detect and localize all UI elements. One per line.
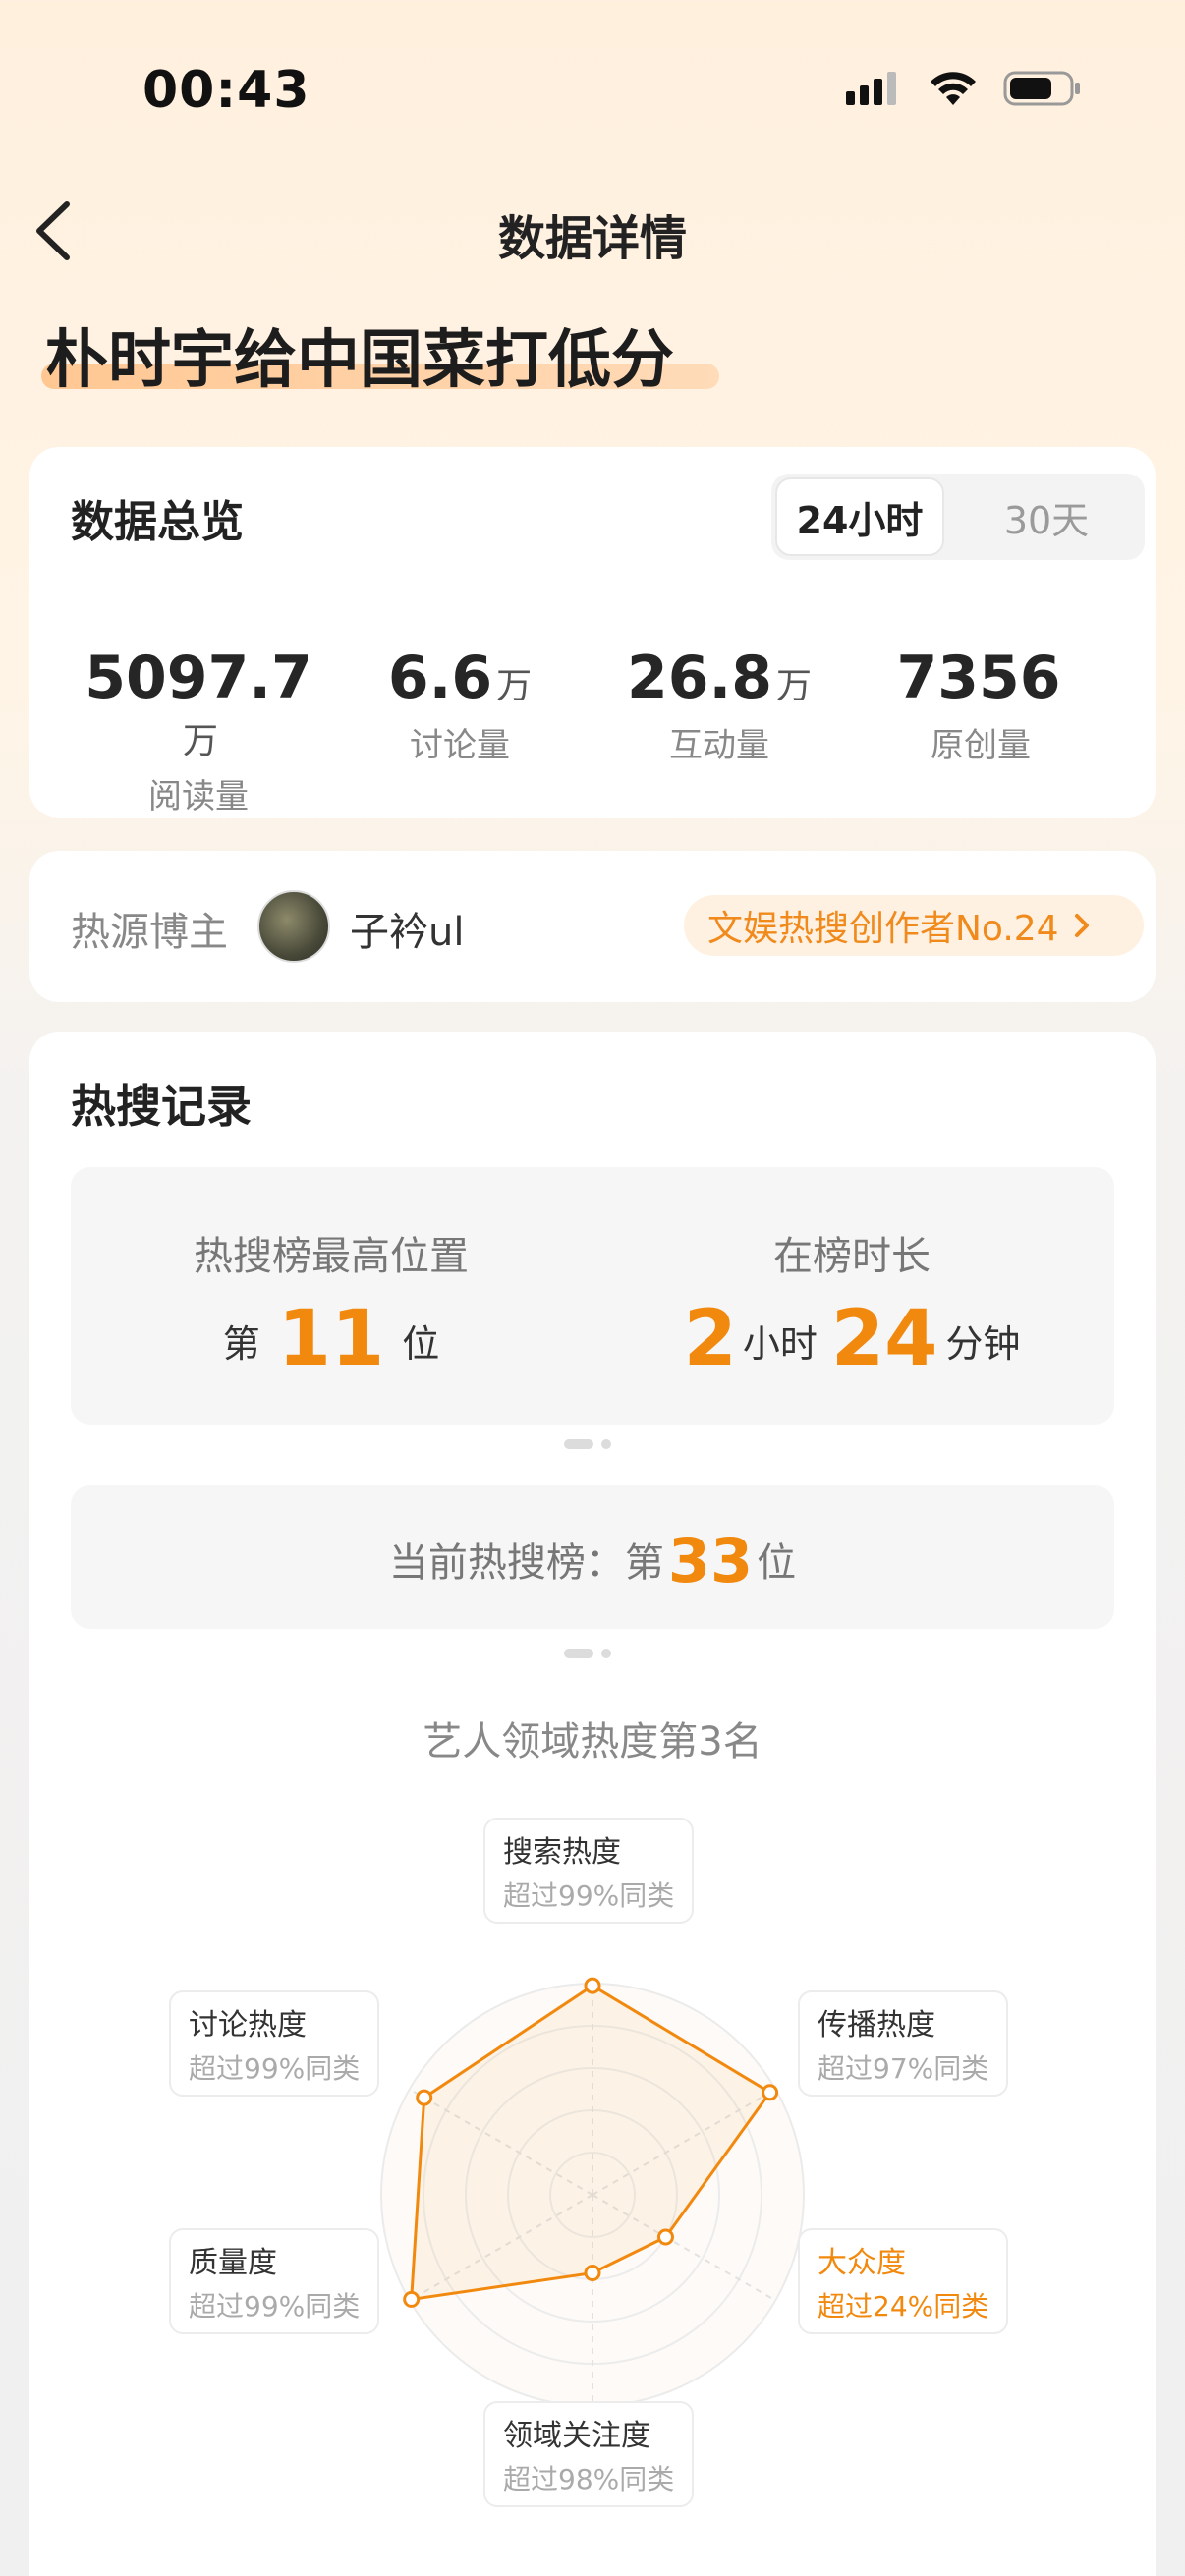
stat-label: 互动量: [669, 726, 769, 765]
hot-record-card: 热搜记录 热搜榜最高位置 第 11 位 在榜时长 2 小时 24 分钟 当前热搜榜：第33…: [29, 1032, 1156, 2576]
pager-dot: [601, 1649, 611, 1658]
domain-rank: 艺人领域热度第3名: [423, 1719, 762, 1764]
radar-label-search: 搜索热度 超过99%同类: [483, 1818, 695, 1924]
radar-label-name: 大众度: [818, 2246, 906, 2280]
radar-label-name: 讨论热度: [189, 2008, 307, 2043]
radar-label-desc: 超过24%同类: [818, 2290, 989, 2323]
status-time: 00:43: [142, 61, 310, 120]
radar-label-name: 搜索热度: [503, 1835, 621, 1870]
hot-record-title: 热搜记录: [71, 1080, 252, 1133]
stat-value: 6.6: [387, 644, 493, 712]
radar-point: [584, 1977, 601, 1994]
radar-label-spread: 传播热度 超过97%同类: [798, 1990, 1009, 2097]
pager-dot: [601, 1439, 611, 1449]
stat-discussions: 6.6 万 讨论量: [332, 644, 588, 766]
radar-point: [416, 2089, 433, 2106]
duration-label: 在榜时长: [773, 1234, 931, 1279]
pager-dots: [564, 1439, 611, 1449]
avatar[interactable]: [257, 890, 330, 963]
stat-value: 5097.7: [85, 644, 312, 712]
minutes-unit: 分钟: [945, 1322, 1021, 1366]
tab-30d[interactable]: 30天: [953, 477, 1140, 556]
radar-label-desc: 超过99%同类: [189, 2052, 361, 2085]
duration-minutes: 24: [830, 1295, 938, 1383]
creator-rank-badge[interactable]: 文娱热搜创作者No.24: [684, 895, 1144, 956]
overview-title: 数据总览: [71, 497, 244, 547]
stat-label: 讨论量: [410, 726, 510, 765]
chevron-right-icon: [1074, 914, 1089, 937]
blogger-card: 热源博主 子衿ul 文娱热搜创作者No.24: [29, 851, 1156, 1002]
radar-label-discussion: 讨论热度 超过99%同类: [169, 1990, 380, 2097]
cellular-signal-icon: [846, 72, 896, 105]
stat-reads: 5097.7 万 阅读量: [71, 644, 326, 817]
radar-point: [762, 2084, 779, 2101]
stat-unit: 万: [776, 666, 813, 706]
radar-label-desc: 超过99%同类: [503, 1879, 675, 1912]
tab-24h[interactable]: 24小时: [775, 477, 944, 556]
current-suffix: 位: [757, 1540, 797, 1586]
radar-label-name: 质量度: [189, 2246, 277, 2280]
radar-label-name: 领域关注度: [503, 2419, 650, 2453]
wifi-icon: [931, 72, 976, 105]
radar-point: [584, 2265, 601, 2282]
peak-duration-panel[interactable]: 热搜榜最高位置 第 11 位 在榜时长 2 小时 24 分钟: [71, 1167, 1114, 1425]
peak-value-row: 第 11 位: [105, 1295, 557, 1383]
radar-point: [656, 2228, 674, 2246]
stat-label: 阅读量: [148, 777, 249, 816]
stat-label: 原创量: [931, 726, 1031, 765]
peak-label: 热搜榜最高位置: [194, 1234, 469, 1279]
current-rank: 当前热搜榜：第33 位: [71, 1525, 1114, 1596]
peak-suffix: 位: [402, 1322, 440, 1366]
radar-label-name: 传播热度: [818, 2008, 935, 2043]
stat-originals: 7356 原创量: [853, 644, 1108, 766]
status-icons: [846, 69, 1082, 108]
stat-value: 7356: [896, 644, 1061, 712]
radar-point: [403, 2290, 421, 2308]
duration-value-row: 2 小时 24 分钟: [626, 1295, 1078, 1383]
radar-label-desc: 超过98%同类: [503, 2463, 675, 2495]
duration-hours: 2: [683, 1295, 737, 1383]
current-value: 33: [667, 1525, 754, 1596]
radar-label-quality: 质量度 超过99%同类: [169, 2228, 380, 2334]
blogger-name[interactable]: 子衿ul: [350, 900, 464, 957]
stat-interactions: 26.8 万 互动量: [592, 644, 847, 766]
stat-value: 26.8: [626, 644, 773, 712]
pager-dot-active: [564, 1439, 593, 1449]
topic-title: 朴时宇给中国菜打低分: [45, 324, 674, 397]
radar-label-popularity: 大众度 超过24%同类: [798, 2228, 1009, 2334]
page-title: 数据详情: [497, 211, 687, 266]
overview-card: 数据总览 24小时 30天 5097.7万 阅读量 6.6 万 讨论量 26.8 万…: [29, 447, 1156, 818]
peak-value: 11: [277, 1295, 385, 1383]
stat-unit: 万: [182, 721, 218, 761]
badge-label: 文娱热搜创作者No.24: [707, 909, 1059, 949]
current-prefix: 当前热搜榜：第: [388, 1540, 664, 1586]
radar-label-domain-attention: 领域关注度 超过98%同类: [483, 2401, 695, 2507]
peak-prefix: 第: [222, 1322, 260, 1366]
stat-unit: 万: [496, 666, 533, 706]
pager-dot-active: [564, 1649, 593, 1658]
pager-dots: [564, 1649, 611, 1658]
battery-icon: [1003, 71, 1080, 106]
hours-unit: 小时: [742, 1322, 818, 1366]
current-rank-panel[interactable]: 当前热搜榜：第33 位: [71, 1485, 1114, 1629]
radar-label-desc: 超过97%同类: [818, 2052, 989, 2085]
radar-label-desc: 超过99%同类: [189, 2290, 361, 2323]
blogger-label: 热源博主: [71, 910, 228, 955]
time-range-segment: 24小时 30天: [771, 474, 1145, 560]
